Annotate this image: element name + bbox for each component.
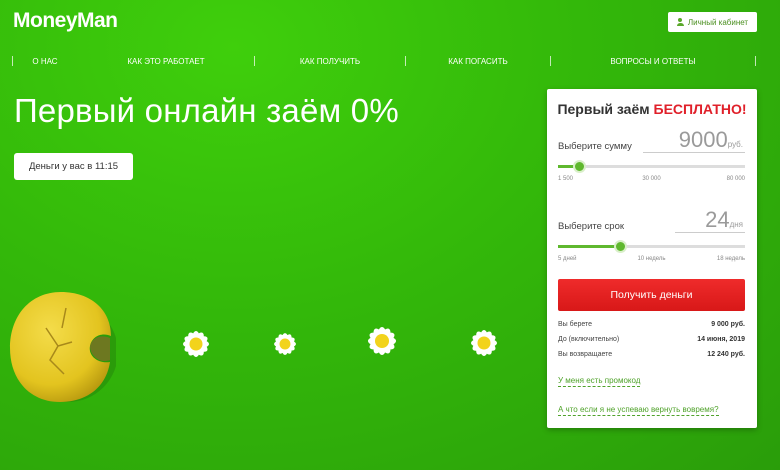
- get-money-button[interactable]: Получить деньги: [558, 279, 745, 311]
- promo-code-link[interactable]: У меня есть промокод: [558, 376, 641, 387]
- summary-row: Вы берете 9 000 руб.: [558, 321, 745, 331]
- nav-item-about[interactable]: О нас: [13, 57, 77, 66]
- nav-item-faq[interactable]: Вопросы и ответы: [551, 57, 755, 66]
- summary-value: 14 июня, 2019: [697, 336, 745, 343]
- loan-calculator-card: Первый заём БЕСПЛАТНО! Выберите сумму 90…: [547, 89, 757, 428]
- card-title: Первый заём БЕСПЛАТНО!: [547, 101, 757, 117]
- amount-tick-min: 1 500: [558, 176, 574, 182]
- nav-item-how-to-get[interactable]: Как получить: [255, 57, 405, 66]
- nav-item-how-it-works[interactable]: Как это работает: [78, 57, 254, 66]
- term-value: 24: [705, 207, 730, 232]
- term-slider-fill: [558, 245, 620, 248]
- personal-cabinet-label: Личный кабинет: [687, 17, 749, 27]
- summary-label: Вы берете: [558, 321, 593, 328]
- summary-label: Вы возвращаете: [558, 351, 613, 358]
- summary-row: До (включительно) 14 июня, 2019: [558, 336, 745, 346]
- amount-value: 9000: [678, 127, 728, 152]
- term-label: Выберите срок: [558, 221, 625, 232]
- daisy-icon: [183, 331, 209, 357]
- personal-cabinet-button[interactable]: Личный кабинет: [668, 12, 757, 32]
- amount-unit: руб.: [727, 140, 743, 149]
- summary-value: 9 000 руб.: [711, 321, 745, 328]
- amount-label: Выберите сумму: [558, 141, 632, 152]
- summary-row: Вы возвращаете 12 240 руб.: [558, 351, 745, 361]
- main-nav: О нас Как это работает Как получить Как …: [12, 54, 768, 68]
- card-title-free: БЕСПЛАТНО!: [653, 101, 747, 117]
- money-time-button[interactable]: Деньги у вас в 11:15: [14, 153, 133, 180]
- term-tick-mid: 10 недель: [637, 256, 666, 262]
- hero-title: Первый онлайн заём 0%: [14, 92, 399, 129]
- amount-input[interactable]: 9000руб.: [643, 127, 745, 153]
- amount-slider[interactable]: [558, 160, 745, 173]
- term-slider[interactable]: [558, 240, 745, 253]
- term-slider-thumb[interactable]: [613, 240, 627, 253]
- term-tick-max: 18 недель: [716, 256, 745, 262]
- amount-tick-mid: 30 000: [642, 176, 661, 182]
- daisy-icon: [367, 326, 397, 356]
- summary-label: До (включительно): [558, 336, 620, 343]
- amount-slider-thumb[interactable]: [572, 160, 586, 173]
- nav-divider: [755, 56, 756, 66]
- card-title-prefix: Первый заём: [557, 101, 650, 117]
- macaron-image: [10, 292, 116, 402]
- user-icon: [676, 18, 684, 26]
- daisy-icon: [471, 330, 497, 356]
- term-unit: дня: [729, 220, 743, 229]
- summary-value: 12 240 руб.: [707, 351, 745, 358]
- nav-item-how-to-repay[interactable]: Как погасить: [406, 57, 550, 66]
- moneyman-logo[interactable]: MoneyMan: [13, 9, 118, 33]
- amount-tick-max: 80 000: [726, 176, 745, 182]
- term-input[interactable]: 24дня: [675, 207, 745, 233]
- late-payment-link[interactable]: А что если я не успеваю вернуть вовремя?: [558, 405, 719, 416]
- daisy-icon: [274, 333, 296, 355]
- term-tick-min: 5 дней: [558, 256, 577, 262]
